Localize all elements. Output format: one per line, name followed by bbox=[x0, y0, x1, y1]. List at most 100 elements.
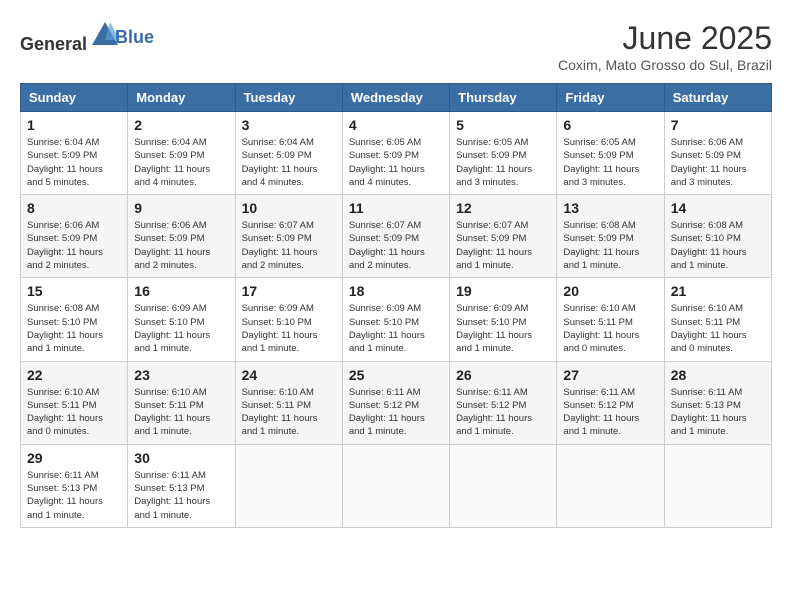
day-info: Sunrise: 6:04 AMSunset: 5:09 PMDaylight:… bbox=[27, 136, 121, 189]
calendar-cell: 21 Sunrise: 6:10 AMSunset: 5:11 PMDayligh… bbox=[664, 278, 771, 361]
day-number: 1 bbox=[27, 117, 121, 133]
calendar-cell bbox=[450, 444, 557, 527]
calendar-week-2: 8 Sunrise: 6:06 AMSunset: 5:09 PMDaylight… bbox=[21, 195, 772, 278]
calendar-cell: 18 Sunrise: 6:09 AMSunset: 5:10 PMDayligh… bbox=[342, 278, 449, 361]
day-info: Sunrise: 6:05 AMSunset: 5:09 PMDaylight:… bbox=[563, 136, 657, 189]
day-number: 13 bbox=[563, 200, 657, 216]
header-saturday: Saturday bbox=[664, 84, 771, 112]
day-info: Sunrise: 6:11 AMSunset: 5:12 PMDaylight:… bbox=[563, 386, 657, 439]
calendar-week-4: 22 Sunrise: 6:10 AMSunset: 5:11 PMDayligh… bbox=[21, 361, 772, 444]
calendar-cell: 29 Sunrise: 6:11 AMSunset: 5:13 PMDayligh… bbox=[21, 444, 128, 527]
day-number: 21 bbox=[671, 283, 765, 299]
calendar-cell: 5 Sunrise: 6:05 AMSunset: 5:09 PMDaylight… bbox=[450, 112, 557, 195]
calendar-cell: 10Sunrise: 6:07 AMSunset: 5:09 PMDayligh… bbox=[235, 195, 342, 278]
day-info: Sunrise: 6:07 AMSunset: 5:09 PMDaylight:… bbox=[349, 219, 443, 272]
header-sunday: Sunday bbox=[21, 84, 128, 112]
calendar-cell: 11 Sunrise: 6:07 AMSunset: 5:09 PMDayligh… bbox=[342, 195, 449, 278]
calendar-week-1: 1 Sunrise: 6:04 AMSunset: 5:09 PMDaylight… bbox=[21, 112, 772, 195]
calendar-cell: 28 Sunrise: 6:11 AMSunset: 5:13 PMDayligh… bbox=[664, 361, 771, 444]
calendar-cell: 15 Sunrise: 6:08 AMSunset: 5:10 PMDayligh… bbox=[21, 278, 128, 361]
day-number: 6 bbox=[563, 117, 657, 133]
day-info: Sunrise: 6:08 AMSunset: 5:10 PMDaylight:… bbox=[27, 302, 121, 355]
day-info: Sunrise: 6:11 AMSunset: 5:13 PMDaylight:… bbox=[671, 386, 765, 439]
day-number: 12 bbox=[456, 200, 550, 216]
calendar-cell: 16 Sunrise: 6:09 AMSunset: 5:10 PMDayligh… bbox=[128, 278, 235, 361]
day-number: 5 bbox=[456, 117, 550, 133]
day-number: 2 bbox=[134, 117, 228, 133]
day-number: 30 bbox=[134, 450, 228, 466]
day-info: Sunrise: 6:06 AMSunset: 5:09 PMDaylight:… bbox=[27, 219, 121, 272]
day-number: 9 bbox=[134, 200, 228, 216]
day-info: Sunrise: 6:06 AMSunset: 5:09 PMDaylight:… bbox=[671, 136, 765, 189]
day-info: Sunrise: 6:10 AMSunset: 5:11 PMDaylight:… bbox=[563, 302, 657, 355]
calendar-cell: 26Sunrise: 6:11 AMSunset: 5:12 PMDayligh… bbox=[450, 361, 557, 444]
page-header: General Blue June 2025 Coxim, Mato Gross… bbox=[20, 20, 772, 73]
day-number: 16 bbox=[134, 283, 228, 299]
day-info: Sunrise: 6:10 AMSunset: 5:11 PMDaylight:… bbox=[27, 386, 121, 439]
calendar-cell: 20Sunrise: 6:10 AMSunset: 5:11 PMDayligh… bbox=[557, 278, 664, 361]
day-number: 24 bbox=[242, 367, 336, 383]
day-number: 25 bbox=[349, 367, 443, 383]
calendar-cell: 13 Sunrise: 6:08 AMSunset: 5:09 PMDayligh… bbox=[557, 195, 664, 278]
day-info: Sunrise: 6:08 AMSunset: 5:10 PMDaylight:… bbox=[671, 219, 765, 272]
calendar-header-row: SundayMondayTuesdayWednesdayThursdayFrid… bbox=[21, 84, 772, 112]
title-area: June 2025 Coxim, Mato Grosso do Sul, Bra… bbox=[558, 20, 772, 73]
calendar-cell: 17Sunrise: 6:09 AMSunset: 5:10 PMDayligh… bbox=[235, 278, 342, 361]
day-info: Sunrise: 6:04 AMSunset: 5:09 PMDaylight:… bbox=[134, 136, 228, 189]
header-friday: Friday bbox=[557, 84, 664, 112]
day-info: Sunrise: 6:11 AMSunset: 5:12 PMDaylight:… bbox=[349, 386, 443, 439]
day-number: 18 bbox=[349, 283, 443, 299]
calendar-cell: 27 Sunrise: 6:11 AMSunset: 5:12 PMDayligh… bbox=[557, 361, 664, 444]
day-info: Sunrise: 6:11 AMSunset: 5:13 PMDaylight:… bbox=[27, 469, 121, 522]
calendar-cell: 22 Sunrise: 6:10 AMSunset: 5:11 PMDayligh… bbox=[21, 361, 128, 444]
calendar-cell: 7Sunrise: 6:06 AMSunset: 5:09 PMDaylight… bbox=[664, 112, 771, 195]
calendar-cell: 3 Sunrise: 6:04 AMSunset: 5:09 PMDaylight… bbox=[235, 112, 342, 195]
day-info: Sunrise: 6:09 AMSunset: 5:10 PMDaylight:… bbox=[134, 302, 228, 355]
day-info: Sunrise: 6:08 AMSunset: 5:09 PMDaylight:… bbox=[563, 219, 657, 272]
logo-blue: Blue bbox=[115, 27, 154, 48]
day-info: Sunrise: 6:10 AMSunset: 5:11 PMDaylight:… bbox=[671, 302, 765, 355]
day-number: 8 bbox=[27, 200, 121, 216]
day-number: 23 bbox=[134, 367, 228, 383]
day-info: Sunrise: 6:09 AMSunset: 5:10 PMDaylight:… bbox=[349, 302, 443, 355]
calendar-week-3: 15 Sunrise: 6:08 AMSunset: 5:10 PMDayligh… bbox=[21, 278, 772, 361]
header-tuesday: Tuesday bbox=[235, 84, 342, 112]
header-wednesday: Wednesday bbox=[342, 84, 449, 112]
calendar-cell: 1 Sunrise: 6:04 AMSunset: 5:09 PMDaylight… bbox=[21, 112, 128, 195]
day-info: Sunrise: 6:10 AMSunset: 5:11 PMDaylight:… bbox=[242, 386, 336, 439]
day-number: 15 bbox=[27, 283, 121, 299]
month-title: June 2025 bbox=[558, 20, 772, 57]
day-info: Sunrise: 6:05 AMSunset: 5:09 PMDaylight:… bbox=[349, 136, 443, 189]
day-info: Sunrise: 6:11 AMSunset: 5:12 PMDaylight:… bbox=[456, 386, 550, 439]
calendar-cell: 30 Sunrise: 6:11 AMSunset: 5:13 PMDayligh… bbox=[128, 444, 235, 527]
day-info: Sunrise: 6:06 AMSunset: 5:09 PMDaylight:… bbox=[134, 219, 228, 272]
day-number: 28 bbox=[671, 367, 765, 383]
day-number: 11 bbox=[349, 200, 443, 216]
day-number: 29 bbox=[27, 450, 121, 466]
day-info: Sunrise: 6:11 AMSunset: 5:13 PMDaylight:… bbox=[134, 469, 228, 522]
day-number: 27 bbox=[563, 367, 657, 383]
day-info: Sunrise: 6:04 AMSunset: 5:09 PMDaylight:… bbox=[242, 136, 336, 189]
day-number: 14 bbox=[671, 200, 765, 216]
logo-general: General bbox=[20, 34, 87, 54]
day-number: 4 bbox=[349, 117, 443, 133]
day-info: Sunrise: 6:09 AMSunset: 5:10 PMDaylight:… bbox=[456, 302, 550, 355]
day-info: Sunrise: 6:07 AMSunset: 5:09 PMDaylight:… bbox=[242, 219, 336, 272]
day-number: 3 bbox=[242, 117, 336, 133]
day-info: Sunrise: 6:07 AMSunset: 5:09 PMDaylight:… bbox=[456, 219, 550, 272]
day-info: Sunrise: 6:09 AMSunset: 5:10 PMDaylight:… bbox=[242, 302, 336, 355]
calendar-cell: 4 Sunrise: 6:05 AMSunset: 5:09 PMDaylight… bbox=[342, 112, 449, 195]
location-title: Coxim, Mato Grosso do Sul, Brazil bbox=[558, 57, 772, 73]
calendar-cell: 12 Sunrise: 6:07 AMSunset: 5:09 PMDayligh… bbox=[450, 195, 557, 278]
calendar-cell: 25 Sunrise: 6:11 AMSunset: 5:12 PMDayligh… bbox=[342, 361, 449, 444]
day-number: 22 bbox=[27, 367, 121, 383]
calendar-cell: 6 Sunrise: 6:05 AMSunset: 5:09 PMDaylight… bbox=[557, 112, 664, 195]
calendar-cell: 8 Sunrise: 6:06 AMSunset: 5:09 PMDaylight… bbox=[21, 195, 128, 278]
calendar-cell: 2 Sunrise: 6:04 AMSunset: 5:09 PMDaylight… bbox=[128, 112, 235, 195]
calendar-cell: 23 Sunrise: 6:10 AMSunset: 5:11 PMDayligh… bbox=[128, 361, 235, 444]
day-info: Sunrise: 6:10 AMSunset: 5:11 PMDaylight:… bbox=[134, 386, 228, 439]
day-info: Sunrise: 6:05 AMSunset: 5:09 PMDaylight:… bbox=[456, 136, 550, 189]
calendar-table: SundayMondayTuesdayWednesdayThursdayFrid… bbox=[20, 83, 772, 528]
calendar-cell: 14 Sunrise: 6:08 AMSunset: 5:10 PMDayligh… bbox=[664, 195, 771, 278]
header-thursday: Thursday bbox=[450, 84, 557, 112]
